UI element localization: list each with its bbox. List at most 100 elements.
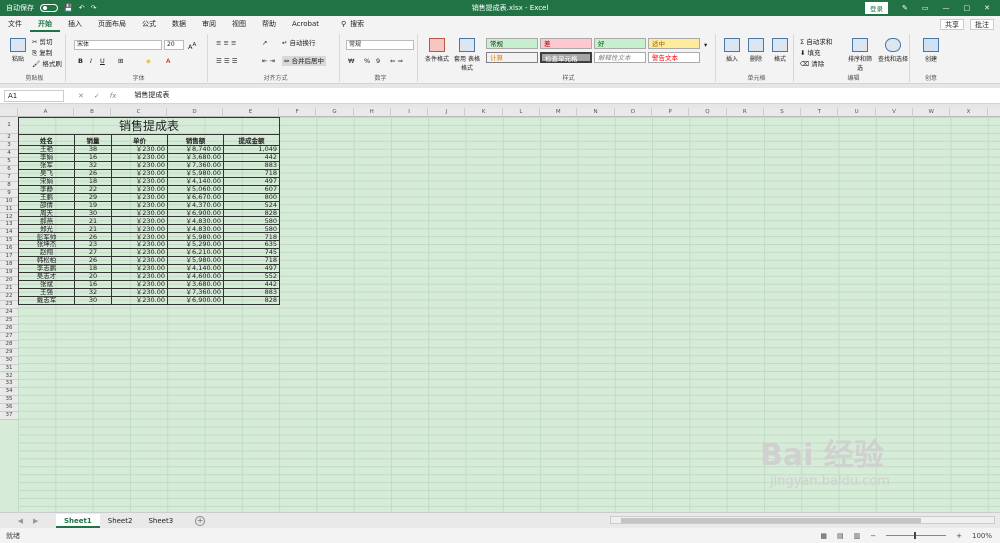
table-cell[interactable]: ￥3,680.00 — [167, 279, 224, 289]
row-header[interactable]: 5 — [0, 157, 18, 166]
table-cell[interactable]: ￥230.00 — [111, 240, 168, 250]
table-cell[interactable]: 883 — [222, 287, 281, 297]
column-header[interactable]: D — [167, 108, 223, 117]
row-header[interactable]: 12 — [0, 213, 18, 222]
table-cell[interactable]: ￥4,830.00 — [167, 224, 224, 234]
function-icon[interactable]: fx — [110, 92, 117, 100]
row-header[interactable]: 2 — [0, 134, 18, 142]
table-cell[interactable]: 赵翔 — [18, 248, 75, 258]
enter-icon[interactable]: ✓ — [94, 92, 100, 100]
table-cell[interactable]: 19 — [74, 200, 112, 210]
table-cell[interactable]: 1,049 — [222, 145, 281, 154]
table-cell[interactable]: ￥230.00 — [111, 168, 168, 178]
table-cell[interactable]: 442 — [222, 279, 281, 289]
table-cell[interactable]: ￥230.00 — [111, 184, 168, 194]
row-header[interactable]: 19 — [0, 269, 18, 278]
row-header[interactable]: 7 — [0, 173, 18, 182]
column-header[interactable]: L — [503, 108, 541, 117]
table-cell[interactable]: 郑光 — [18, 224, 75, 234]
pen-icon[interactable]: ✎ — [902, 4, 908, 12]
table-cell[interactable]: ￥230.00 — [111, 287, 168, 297]
column-header[interactable]: A — [18, 108, 74, 117]
column-header[interactable]: X — [950, 108, 988, 117]
table-cell[interactable]: 30 — [74, 208, 112, 218]
table-cell[interactable]: 580 — [222, 216, 281, 226]
table-cell[interactable]: ￥230.00 — [111, 160, 168, 170]
table-cell[interactable]: 李娟 — [18, 152, 75, 162]
minimize-button[interactable]: — — [943, 4, 950, 12]
row-header[interactable]: 29 — [0, 348, 18, 357]
cut-button[interactable]: ✂ 剪切 — [32, 37, 53, 47]
merge-center-button[interactable]: ⇔ 合并后居中 — [282, 56, 327, 66]
sheet-tab-1[interactable]: Sheet1 — [56, 513, 100, 528]
select-all-corner[interactable] — [0, 108, 18, 117]
fill-button[interactable]: ⬇ 填充 — [800, 48, 821, 58]
row-header[interactable]: 28 — [0, 340, 18, 349]
italic-button[interactable]: I — [90, 56, 92, 66]
row-header[interactable]: 24 — [0, 308, 18, 317]
table-cell[interactable]: 16 — [74, 152, 112, 162]
row-header[interactable]: 23 — [0, 300, 18, 309]
table-cell[interactable]: 497 — [222, 264, 281, 273]
align-left-icon[interactable]: ☰ ☰ ☰ — [216, 56, 238, 66]
table-cell[interactable]: 442 — [222, 152, 281, 162]
table-cell[interactable]: ￥230.00 — [111, 295, 168, 305]
table-cell[interactable]: 745 — [222, 248, 281, 258]
normal-view-icon[interactable]: ▦ — [820, 532, 827, 540]
table-cell[interactable]: 32 — [74, 160, 112, 170]
table-cell[interactable]: 718 — [222, 256, 281, 266]
table-cell[interactable]: 李志鹏 — [18, 264, 75, 273]
styles-scroll-icon[interactable]: ▾ — [704, 40, 707, 50]
column-header[interactable]: R — [727, 108, 764, 117]
column-header[interactable]: O — [615, 108, 652, 117]
cancel-icon[interactable]: ✕ — [78, 92, 84, 100]
table-cell[interactable]: ￥230.00 — [111, 200, 168, 210]
row-header[interactable]: 33 — [0, 380, 18, 389]
row-header[interactable]: 17 — [0, 253, 18, 262]
table-cell[interactable]: 718 — [222, 232, 281, 242]
table-cell[interactable]: 王鹏 — [18, 192, 75, 202]
table-title[interactable]: 销售提成表 — [17, 117, 281, 135]
find-select-button[interactable]: 查找和选择 — [878, 38, 908, 63]
row-header[interactable]: 35 — [0, 396, 18, 405]
redo-icon[interactable]: ↷ — [91, 4, 97, 12]
row-header[interactable]: 27 — [0, 332, 18, 341]
style-calculation[interactable]: 计算 — [486, 52, 538, 63]
search-box[interactable]: ⚲ 搜索 — [327, 19, 364, 29]
percent-button[interactable]: % — [364, 56, 370, 66]
row-header[interactable]: 15 — [0, 237, 18, 246]
header-name[interactable]: 姓名 — [18, 134, 75, 146]
table-cell[interactable]: 22 — [74, 184, 112, 194]
table-cell[interactable]: 20 — [74, 272, 112, 281]
column-header[interactable]: G — [316, 108, 354, 117]
tab-review[interactable]: 审阅 — [194, 16, 224, 32]
table-cell[interactable]: 38 — [74, 145, 112, 154]
table-cell[interactable]: ￥5,290.00 — [167, 240, 224, 250]
table-cell[interactable]: ￥3,680.00 — [167, 152, 224, 162]
table-cell[interactable]: 23 — [74, 240, 112, 250]
login-button[interactable]: 登录 — [865, 2, 888, 14]
table-cell[interactable]: ￥230.00 — [111, 224, 168, 234]
bold-button[interactable]: B — [78, 56, 83, 66]
table-cell[interactable]: 宋娟 — [18, 176, 75, 186]
style-good[interactable]: 好 — [594, 38, 646, 49]
orientation-icon[interactable]: ↗ — [262, 38, 267, 48]
table-cell[interactable]: 张军 — [18, 160, 75, 170]
table-cell[interactable]: ￥6,670.00 — [167, 192, 224, 202]
column-header[interactable]: V — [876, 108, 914, 117]
table-cell[interactable]: 27 — [74, 248, 112, 258]
row-header[interactable]: 1 — [0, 117, 18, 134]
table-cell[interactable]: ￥4,600.00 — [167, 272, 224, 281]
create-button[interactable]: 创建 — [922, 38, 940, 63]
table-cell[interactable]: 戴志军 — [18, 295, 75, 305]
row-header[interactable]: 4 — [0, 149, 18, 158]
align-top-icon[interactable]: ≡ ≡ ≡ — [216, 38, 236, 48]
table-cell[interactable]: ￥230.00 — [111, 248, 168, 258]
row-header[interactable]: 31 — [0, 364, 18, 373]
table-cell[interactable]: 张坤杰 — [18, 240, 75, 250]
number-format-select[interactable]: 常规 — [346, 40, 414, 50]
next-sheet-icon[interactable]: ▶ — [33, 517, 38, 525]
insert-cells-button[interactable]: 插入 — [722, 38, 742, 63]
row-header[interactable]: 9 — [0, 189, 18, 198]
clear-button[interactable]: ⌫ 清除 — [800, 59, 824, 69]
